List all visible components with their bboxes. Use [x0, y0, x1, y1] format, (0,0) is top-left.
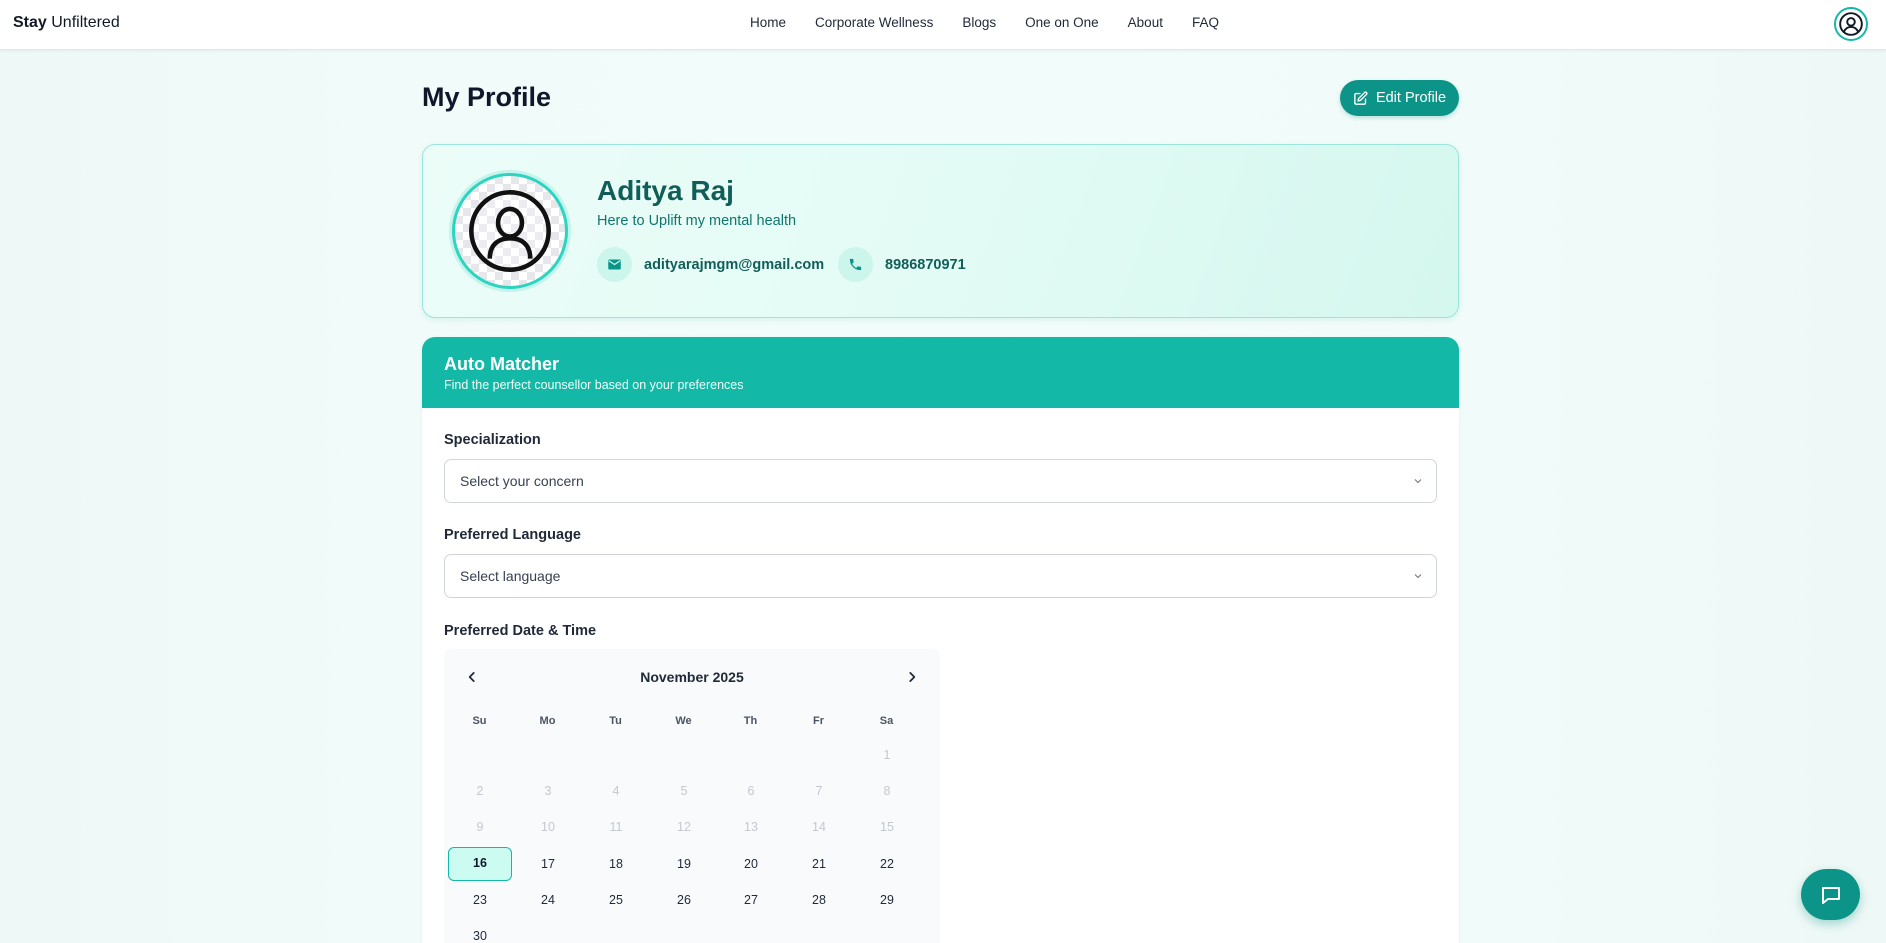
calendar-day: 1	[883, 748, 891, 762]
calendar-day: 11	[609, 820, 623, 834]
page-title: My Profile	[422, 82, 552, 112]
calendar-day[interactable]: 18	[584, 847, 648, 881]
email-text: adityarajmgm@gmail.com	[644, 256, 825, 273]
chat-button[interactable]	[1801, 869, 1860, 920]
calendar-day[interactable]: 19	[652, 847, 716, 881]
weekday-header: Fr	[813, 715, 824, 727]
edit-icon	[1354, 91, 1368, 105]
calendar-day: 4	[612, 784, 620, 798]
calendar-day: 10	[541, 820, 555, 834]
calendar-day[interactable]: 17	[516, 847, 580, 881]
date-picker-calendar: November 2025 Su Mo Tu We Th Fr Sa 1 2 3 4 5 6 7 8 9 10 1…	[444, 649, 940, 943]
email-icon-wrap	[597, 247, 632, 282]
phone-icon-wrap	[838, 247, 873, 282]
user-menu-button[interactable]	[1834, 7, 1868, 41]
chat-bubble-icon	[1821, 886, 1840, 904]
profile-name: Aditya Raj	[597, 175, 734, 206]
phone-icon	[849, 258, 862, 271]
calendar-day: 15	[880, 820, 894, 834]
calendar-day: 2	[476, 784, 484, 798]
calendar-day[interactable]: 28	[787, 883, 851, 917]
calendar-day: 3	[544, 784, 552, 798]
calendar-day[interactable]: 23	[448, 883, 512, 917]
envelope-icon	[608, 259, 621, 270]
auto-matcher-panel: Auto Matcher Find the perfect counsellor…	[422, 337, 1459, 943]
phone-text: 8986870971	[885, 256, 966, 273]
next-month-button[interactable]	[900, 665, 924, 689]
nav-link-home[interactable]: Home	[750, 15, 786, 30]
specialization-label: Specialization	[444, 432, 541, 448]
calendar-day[interactable]: 26	[652, 883, 716, 917]
weekday-header: Th	[743, 715, 758, 727]
language-label: Preferred Language	[444, 527, 581, 543]
calendar-day: 8	[883, 784, 891, 798]
brand-light: Unfiltered	[51, 14, 120, 31]
nav-link-corporate-wellness[interactable]: Corporate Wellness	[815, 15, 933, 30]
auto-matcher-header: Auto Matcher Find the perfect counsellor…	[422, 337, 1459, 408]
avatar-placeholder-icon	[469, 190, 551, 272]
edit-profile-button[interactable]: Edit Profile	[1340, 80, 1459, 116]
calendar-day: 5	[680, 784, 688, 798]
calendar-day[interactable]: 29	[855, 883, 919, 917]
chevron-down-icon	[1414, 574, 1422, 579]
calendar-day[interactable]: 24	[516, 883, 580, 917]
profile-tagline: Here to Uplift my mental health	[597, 213, 797, 229]
calendar-day[interactable]: 25	[584, 883, 648, 917]
edit-profile-label: Edit Profile	[1375, 90, 1447, 106]
weekday-header: Tu	[609, 715, 622, 727]
navbar: Stay Unfiltered Home Corporate Wellness …	[0, 0, 1886, 50]
email-contact: adityarajmgm@gmail.com	[597, 247, 824, 282]
calendar-day[interactable]: 30	[448, 919, 512, 943]
calendar-day: 13	[744, 820, 758, 834]
chevron-right-icon	[909, 672, 916, 682]
nav-link-blogs[interactable]: Blogs	[962, 15, 996, 30]
calendar-month-title: November 2025	[640, 669, 744, 685]
brand-logo[interactable]: Stay Unfiltered	[13, 14, 120, 32]
nav-link-one-on-one[interactable]: One on One	[1025, 15, 1099, 30]
brand-bold: Stay	[13, 14, 47, 31]
nav-links: Home Corporate Wellness Blogs One on One…	[750, 15, 1219, 30]
phone-contact: 8986870971	[838, 247, 966, 282]
language-value: Select language	[460, 568, 561, 584]
calendar-day[interactable]: 21	[787, 847, 851, 881]
calendar-day: 12	[677, 820, 691, 834]
profile-card: Aditya Raj Here to Uplift my mental heal…	[422, 144, 1459, 318]
calendar-day-selected[interactable]: 16	[448, 847, 512, 881]
chevron-down-icon	[1414, 479, 1422, 484]
specialization-select[interactable]: Select your concern	[444, 459, 1437, 503]
calendar-day: 7	[815, 784, 823, 798]
calendar-day[interactable]: 20	[719, 847, 783, 881]
calendar-day[interactable]: 27	[719, 883, 783, 917]
specialization-value: Select your concern	[460, 473, 584, 489]
user-circle-icon	[1839, 12, 1863, 36]
calendar-day: 14	[812, 820, 826, 834]
calendar-day[interactable]: 22	[855, 847, 919, 881]
avatar[interactable]	[452, 173, 568, 289]
nav-link-faq[interactable]: FAQ	[1192, 15, 1219, 30]
calendar-day: 6	[747, 784, 755, 798]
nav-link-about[interactable]: About	[1128, 15, 1163, 30]
calendar-day: 9	[476, 820, 484, 834]
weekday-header: Mo	[539, 715, 556, 727]
datetime-label: Preferred Date & Time	[444, 623, 597, 639]
auto-matcher-subtitle: Find the perfect counsellor based on you…	[444, 378, 744, 392]
weekday-header: Su	[472, 715, 487, 727]
language-select[interactable]: Select language	[444, 554, 1437, 598]
weekday-header: We	[675, 715, 692, 727]
weekday-header: Sa	[879, 715, 894, 727]
auto-matcher-title: Auto Matcher	[444, 354, 560, 374]
